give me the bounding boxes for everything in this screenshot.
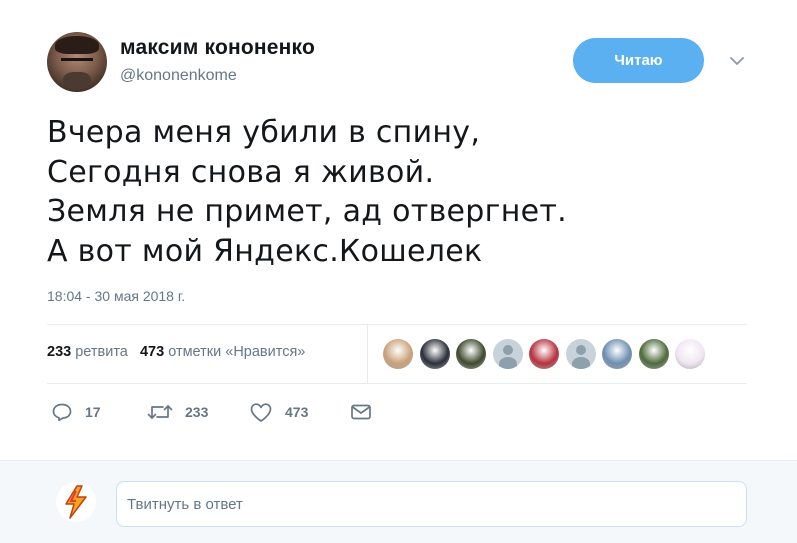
avatar-beard [63, 72, 91, 90]
retweet-action[interactable]: 233 [147, 398, 208, 426]
stats-separator [367, 325, 368, 383]
lightning-icon [65, 485, 87, 519]
liker-avatar[interactable] [456, 339, 486, 369]
retweets-stat[interactable]: 233 ретвита [47, 344, 128, 360]
my-avatar[interactable] [56, 482, 96, 522]
tweet-line: Вчера меня убили в спину, [47, 115, 481, 150]
author-avatar[interactable] [47, 32, 107, 92]
tweet-timestamp[interactable]: 18:04 - 30 мая 2018 г. [47, 288, 185, 304]
heart-icon [250, 402, 272, 422]
liker-avatar[interactable] [529, 339, 559, 369]
retweets-count: 233 [47, 344, 72, 360]
reply-area: Твитнуть в ответ [0, 460, 797, 543]
tweet-line: Земля не примет, ад отвергнет. [47, 194, 567, 229]
reply-input[interactable]: Твитнуть в ответ [116, 481, 747, 527]
liker-avatar[interactable] [638, 339, 669, 369]
liker-avatar[interactable] [675, 339, 705, 369]
tweet-line: Сегодня снова я живой. [47, 154, 435, 190]
liker-avatar[interactable] [419, 339, 450, 369]
avatar-glasses [61, 58, 93, 66]
tweet: максим кононенко @kononenkome Читаю Вчер… [0, 0, 797, 460]
avatar-hair [55, 36, 99, 54]
author-name[interactable]: максим кононенко [120, 36, 315, 60]
reply-action[interactable]: 17 [51, 398, 101, 426]
chevron-down-icon[interactable] [728, 54, 746, 68]
reply-icon [52, 403, 72, 422]
retweet-count: 233 [185, 404, 209, 420]
like-count: 473 [285, 404, 309, 420]
liker-avatar[interactable] [602, 339, 632, 369]
liker-default-avatar[interactable] [492, 339, 523, 369]
like-action[interactable]: 473 [249, 398, 308, 426]
tweet-stats: 233 ретвита 473 отметки «Нравится» [47, 344, 305, 360]
retweets-label: ретвита [75, 344, 128, 360]
retweet-icon [147, 405, 173, 419]
tweet-text: Вчера меня убили в спину, Сегодня снова … [47, 113, 567, 271]
likes-stat[interactable]: 473 отметки «Нравится» [140, 344, 305, 360]
envelope-icon [351, 404, 371, 420]
liker-avatar[interactable] [383, 339, 413, 369]
likes-count: 473 [139, 344, 165, 360]
tweet-line: А вот мой Яндекс.Кошелек [47, 233, 483, 269]
divider [47, 324, 747, 325]
author-handle[interactable]: @kononenkome [120, 67, 237, 85]
reply-count: 17 [85, 404, 101, 420]
likes-label: отметки «Нравится» [168, 344, 306, 360]
direct-message-action[interactable] [350, 398, 384, 426]
follow-button[interactable]: Читаю [573, 38, 704, 83]
divider [47, 383, 747, 384]
liker-default-avatar[interactable] [565, 339, 596, 369]
